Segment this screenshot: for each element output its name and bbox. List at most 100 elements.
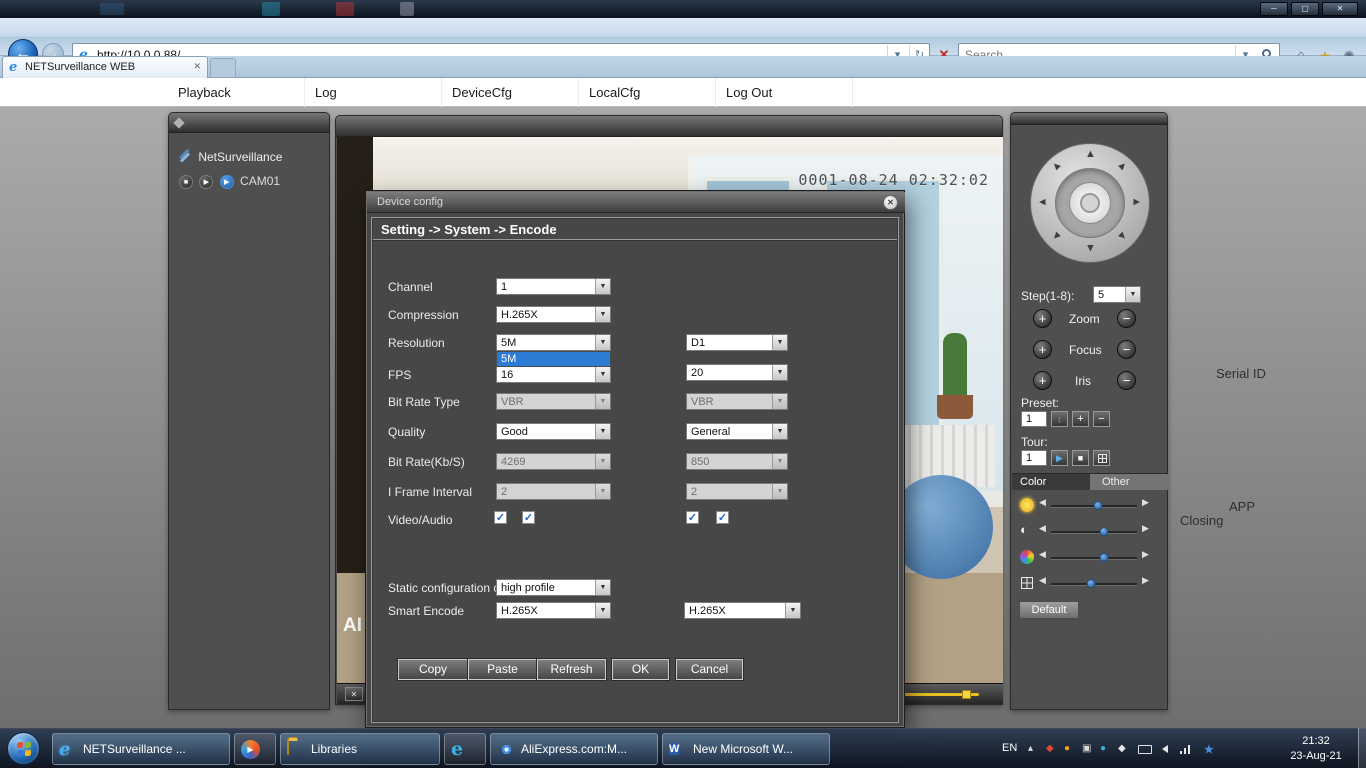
keyboard-icon[interactable] [1138, 745, 1152, 754]
ptz-down-icon[interactable]: ▲ [1085, 242, 1096, 254]
decrease-icon[interactable]: ◀ [1039, 575, 1046, 586]
combo-arrow-icon[interactable]: ▼ [595, 603, 610, 618]
default-button[interactable]: Default [1019, 601, 1079, 619]
combo-arrow-icon[interactable]: ▼ [595, 279, 610, 294]
camera-stop-icon[interactable]: ■ [179, 174, 193, 189]
audio-checkbox[interactable]: ✓ [522, 511, 535, 524]
menu-item-logout[interactable]: Log Out [716, 78, 853, 107]
contrast-knob[interactable] [1099, 527, 1109, 536]
tree-camera-item[interactable]: ■ ▶ ▶ CAM01 [169, 169, 329, 193]
increase-icon[interactable]: ▶ [1142, 523, 1149, 534]
brightness-knob[interactable] [1093, 501, 1103, 510]
decrease-icon[interactable]: ◀ [1039, 549, 1046, 560]
taskbar-clock[interactable]: 21:32 23-Aug-21 [1284, 734, 1348, 764]
volume-slider-knob[interactable] [961, 690, 971, 699]
resolution-select[interactable]: 5M ▼ [496, 334, 611, 351]
ptz-downright-icon[interactable]: ▲ [1114, 228, 1130, 244]
increase-icon[interactable]: ▶ [1142, 575, 1149, 586]
tray-icon-n[interactable]: ★ [1204, 743, 1214, 756]
tray-icon-white[interactable]: ◆ [1118, 743, 1126, 754]
ptz-up-icon[interactable]: ▲ [1085, 148, 1096, 160]
maximize-button[interactable]: ▢ [1291, 2, 1319, 16]
combo-arrow-icon[interactable]: ▼ [595, 580, 610, 595]
tray-icon-red[interactable]: ◆ [1046, 743, 1054, 754]
camera-play-icon[interactable]: ▶ [199, 174, 214, 189]
channel-select[interactable]: 1 ▼ [496, 278, 611, 295]
taskbar-word-window[interactable]: W New Microsoft W... [662, 733, 830, 765]
ptz-left-icon[interactable]: ▲ [1036, 197, 1048, 208]
increase-icon[interactable]: ▶ [1142, 497, 1149, 508]
decrease-icon[interactable]: ◀ [1039, 497, 1046, 508]
network-icon[interactable] [1180, 745, 1192, 754]
saturation-knob[interactable] [1099, 553, 1109, 562]
taskbar-libraries-window[interactable]: Libraries [280, 733, 440, 765]
ok-button[interactable]: OK [612, 659, 669, 680]
show-desktop-button[interactable] [1358, 728, 1366, 768]
combo-arrow-icon[interactable]: ▼ [595, 367, 610, 382]
combo-arrow-icon[interactable]: ▼ [595, 335, 610, 350]
video-checkbox[interactable]: ✓ [494, 511, 507, 524]
tab-other[interactable]: Other [1090, 473, 1168, 490]
preset-add-button[interactable]: + [1072, 411, 1089, 427]
quality-select[interactable]: Good ▼ [496, 423, 611, 440]
ptz-upleft-icon[interactable]: ▲ [1048, 158, 1064, 174]
ptz-upright-icon[interactable]: ▲ [1114, 158, 1130, 174]
refresh-button[interactable]: Refresh [537, 659, 606, 680]
tab-netsurveillance[interactable]: e NETSurveillance WEB ✕ [2, 56, 208, 78]
increase-icon[interactable]: ▶ [1142, 549, 1149, 560]
zoom-in-button[interactable]: + [1033, 309, 1052, 328]
preset-remove-button[interactable]: − [1093, 411, 1110, 427]
tree-root-item[interactable]: NetSurveillance [169, 145, 329, 169]
focus-out-button[interactable]: − [1117, 340, 1136, 359]
combo-arrow-icon[interactable]: ▼ [772, 424, 787, 439]
minimize-button[interactable]: ─ [1260, 2, 1288, 16]
resolution-option-selected[interactable]: 5M [497, 352, 610, 366]
menu-item-devicecfg[interactable]: DeviceCfg [442, 78, 579, 107]
taskbar-ie-window[interactable]: e NETSurveillance ... [52, 733, 230, 765]
tour-stop-button[interactable]: ■ [1072, 450, 1089, 466]
contrast-slider[interactable] [1051, 527, 1137, 536]
sharpness-knob[interactable] [1086, 579, 1096, 588]
resolution-dropdown-list[interactable]: 5M [496, 351, 611, 367]
smart-encode-select[interactable]: H.265X ▼ [496, 602, 611, 619]
volume-slider[interactable] [901, 690, 979, 699]
sharpness-slider[interactable] [1051, 579, 1137, 588]
menu-item-localcfg[interactable]: LocalCfg [579, 78, 716, 107]
preset-input[interactable]: 1 [1021, 411, 1047, 427]
hidden-icons-chevron[interactable]: ▴ [1028, 743, 1033, 754]
close-button[interactable]: ✕ [1322, 2, 1358, 16]
combo-arrow-icon[interactable]: ▼ [1125, 287, 1140, 302]
audio-sub-checkbox[interactable]: ✓ [716, 511, 729, 524]
combo-arrow-icon[interactable]: ▼ [595, 424, 610, 439]
taskbar-mediaplayer-button[interactable]: ▶ [234, 733, 276, 765]
taskbar-chrome-window[interactable]: AliExpress.com:M... [490, 733, 658, 765]
preset-goto-button[interactable]: ↕ [1051, 411, 1068, 427]
cancel-button[interactable]: Cancel [676, 659, 743, 680]
ptz-downleft-icon[interactable]: ▲ [1048, 228, 1064, 244]
paste-button[interactable]: Paste [468, 659, 537, 680]
resolution-sub-select[interactable]: D1 ▼ [686, 334, 788, 351]
start-button[interactable] [7, 732, 40, 765]
tour-list-button[interactable] [1093, 450, 1110, 466]
tray-icon-blue[interactable]: ● [1100, 743, 1106, 754]
video-sub-checkbox[interactable]: ✓ [686, 511, 699, 524]
saturation-slider[interactable] [1051, 553, 1137, 562]
camera-stream-icon[interactable]: ▶ [219, 174, 234, 189]
combo-arrow-icon[interactable]: ▼ [772, 335, 787, 350]
decrease-icon[interactable]: ◀ [1039, 523, 1046, 534]
volume-icon[interactable] [1162, 745, 1168, 753]
brightness-slider[interactable] [1051, 501, 1137, 510]
iris-close-button[interactable]: − [1117, 371, 1136, 390]
quality-sub-select[interactable]: General ▼ [686, 423, 788, 440]
dialog-title-bar[interactable]: Device config ✕ [367, 192, 905, 213]
copy-button[interactable]: Copy [398, 659, 468, 680]
tray-icon-gray[interactable]: ▣ [1082, 743, 1091, 754]
language-indicator[interactable]: EN [1002, 742, 1017, 754]
tray-icon-orange[interactable]: ● [1064, 743, 1070, 754]
taskbar-edge-button[interactable]: e [444, 733, 486, 765]
dialog-close-button[interactable]: ✕ [883, 195, 898, 210]
tour-input[interactable]: 1 [1021, 450, 1047, 466]
tab-close-icon[interactable]: ✕ [193, 61, 201, 72]
combo-arrow-icon[interactable]: ▼ [595, 307, 610, 322]
video-close-button[interactable]: ✕ [345, 687, 363, 701]
